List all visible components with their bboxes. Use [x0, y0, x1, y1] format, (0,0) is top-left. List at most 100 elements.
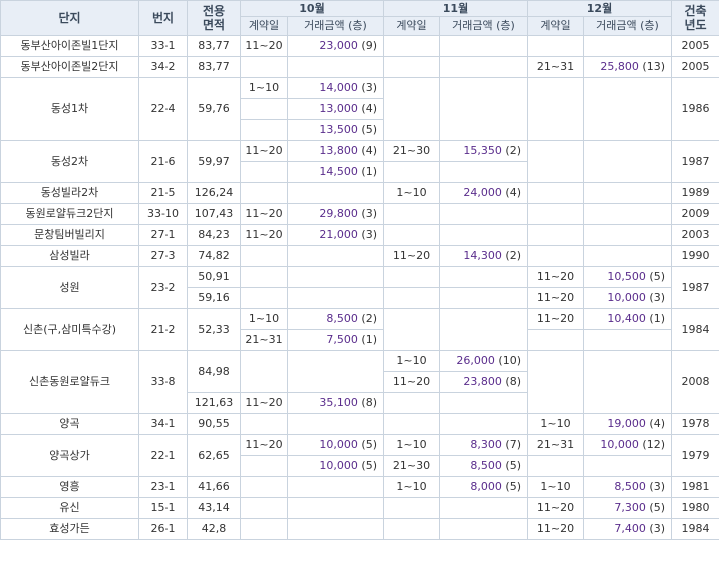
nov-price: 15,350 (2) [439, 140, 528, 162]
built-year: 1987 [671, 266, 719, 309]
oct-price: 7,500 (1) [287, 329, 384, 351]
lot-number: 15-1 [138, 497, 188, 519]
oct-contract-day: 1~10 [240, 77, 288, 99]
oct-price: 14,500 (1) [287, 161, 384, 183]
complex-name: 동부산아이존빌2단지 [0, 56, 139, 78]
table-row: 동성1차 22-4 59,76 1~10 14,000 (3) 1986 [0, 77, 719, 141]
built-year: 2005 [671, 56, 719, 78]
oct-price: 13,500 (5) [287, 119, 384, 141]
dec-contract-day: 11~20 [527, 287, 584, 309]
oct-price: 14,000 (3) [287, 77, 384, 99]
oct-contract-day: 11~20 [240, 224, 288, 246]
nov-price: 8,000 (5) [439, 476, 528, 498]
lot-number: 23-1 [138, 476, 188, 498]
complex-name: 유신 [0, 497, 139, 519]
area-value: 41,66 [187, 476, 241, 498]
nov-contract-day: 21~30 [383, 455, 440, 477]
oct-contract-day: 21~31 [240, 329, 288, 351]
oct-price: 10,000 (5) [287, 455, 384, 477]
lot-number: 21-6 [138, 140, 188, 183]
complex-name: 동성1차 [0, 77, 139, 141]
dec-contract-day: 21~31 [527, 56, 584, 78]
header-oct-day: 계약일 [240, 16, 288, 36]
dec-price: 19,000 (4) [583, 413, 672, 435]
oct-contract-day: 11~20 [240, 35, 288, 57]
oct-contract-day: 11~20 [240, 392, 288, 414]
table-row: 동성2차 21-6 59,97 11~20 13,800 (4) 21~30 1… [0, 140, 719, 183]
dec-price: 7,300 (5) [583, 497, 672, 519]
complex-name: 성원 [0, 266, 139, 309]
table-row: 신촌(구,삼미특수강) 21-2 52,33 1~10 8,500 (2) 11… [0, 308, 719, 351]
built-year: 1989 [671, 182, 719, 204]
header-nov-amount: 거래금액 (층) [439, 16, 528, 36]
table-row: 문창팀버빌리지 27-1 84,23 11~20 21,000 (3) 2003 [0, 224, 719, 246]
oct-contract-day: 11~20 [240, 434, 288, 456]
nov-contract-day: 1~10 [383, 350, 440, 372]
oct-price: 35,100 (8) [287, 392, 384, 414]
oct-price: 13,800 (4) [287, 140, 384, 162]
nov-price: 23,800 (8) [439, 371, 528, 393]
dec-price: 10,500 (5) [583, 266, 672, 288]
real-estate-transactions-table: 단지 번지 전용면적 10월 11월 12월 건축년도 계약일 거래금액 (층)… [0, 0, 719, 540]
nov-contract-day: 1~10 [383, 182, 440, 204]
area-value: 59,97 [187, 140, 241, 183]
oct-price: 21,000 (3) [287, 224, 384, 246]
lot-number: 22-4 [138, 77, 188, 141]
nov-contract-day: 11~20 [383, 245, 440, 267]
area-value: 59,16 [187, 287, 241, 309]
built-year: 1990 [671, 245, 719, 267]
area-value: 74,82 [187, 245, 241, 267]
nov-contract-day: 11~20 [383, 371, 440, 393]
lot-number: 33-1 [138, 35, 188, 57]
dec-contract-day: 1~10 [527, 476, 584, 498]
oct-price: 8,500 (2) [287, 308, 384, 330]
area-value: 84,98 [187, 350, 241, 393]
built-year: 1980 [671, 497, 719, 519]
oct-price: 13,000 (4) [287, 98, 384, 120]
complex-name: 동부산아이존빌1단지 [0, 35, 139, 57]
built-year: 1984 [671, 308, 719, 351]
table-row: 양곡 34-1 90,55 1~10 19,000 (4) 1978 [0, 413, 719, 435]
area-value: 83,77 [187, 56, 241, 78]
table-row: 동원로얄듀크2단지 33-10 107,43 11~20 29,800 (3) … [0, 203, 719, 225]
header-oct-amount: 거래금액 (층) [287, 16, 384, 36]
complex-name: 신촌동원로얄듀크 [0, 350, 139, 414]
complex-name: 문창팀버빌리지 [0, 224, 139, 246]
complex-name: 삼성빌라 [0, 245, 139, 267]
built-year: 1978 [671, 413, 719, 435]
table-row: 동성빌라2차 21-5 126,24 1~10 24,000 (4) 1989 [0, 182, 719, 204]
oct-contract-day: 1~10 [240, 308, 288, 330]
oct-price: 23,000 (9) [287, 35, 384, 57]
area-value: 52,33 [187, 308, 241, 351]
dec-contract-day: 21~31 [527, 434, 584, 456]
dec-contract-day: 1~10 [527, 413, 584, 435]
header-complex: 단지 [0, 0, 139, 36]
oct-price: 29,800 (3) [287, 203, 384, 225]
area-value: 62,65 [187, 434, 241, 477]
header-month-nov: 11월 [383, 0, 528, 17]
area-value: 59,76 [187, 77, 241, 141]
complex-name: 동성2차 [0, 140, 139, 183]
dec-contract-day: 11~20 [527, 308, 584, 330]
lot-number: 27-1 [138, 224, 188, 246]
built-year: 2008 [671, 350, 719, 414]
built-year: 1981 [671, 476, 719, 498]
complex-name: 양곡 [0, 413, 139, 435]
area-value: 107,43 [187, 203, 241, 225]
dec-contract-day: 11~20 [527, 497, 584, 519]
header-area: 전용면적 [187, 0, 241, 36]
table-row: 영흥 23-1 41,66 1~10 8,000 (5) 1~10 8,500 … [0, 476, 719, 498]
built-year: 1984 [671, 518, 719, 540]
header-dec-day: 계약일 [527, 16, 584, 36]
oct-contract-day: 11~20 [240, 203, 288, 225]
area-value: 42,8 [187, 518, 241, 540]
nov-price: 8,500 (5) [439, 455, 528, 477]
lot-number: 34-2 [138, 56, 188, 78]
area-value: 126,24 [187, 182, 241, 204]
header-dec-amount: 거래금액 (층) [583, 16, 672, 36]
table-row: 동부산아이존빌1단지 33-1 83,77 11~20 23,000 (9) 2… [0, 35, 719, 57]
built-year: 2005 [671, 35, 719, 57]
dec-price: 25,800 (13) [583, 56, 672, 78]
nov-contract-day: 1~10 [383, 476, 440, 498]
nov-price: 8,300 (7) [439, 434, 528, 456]
